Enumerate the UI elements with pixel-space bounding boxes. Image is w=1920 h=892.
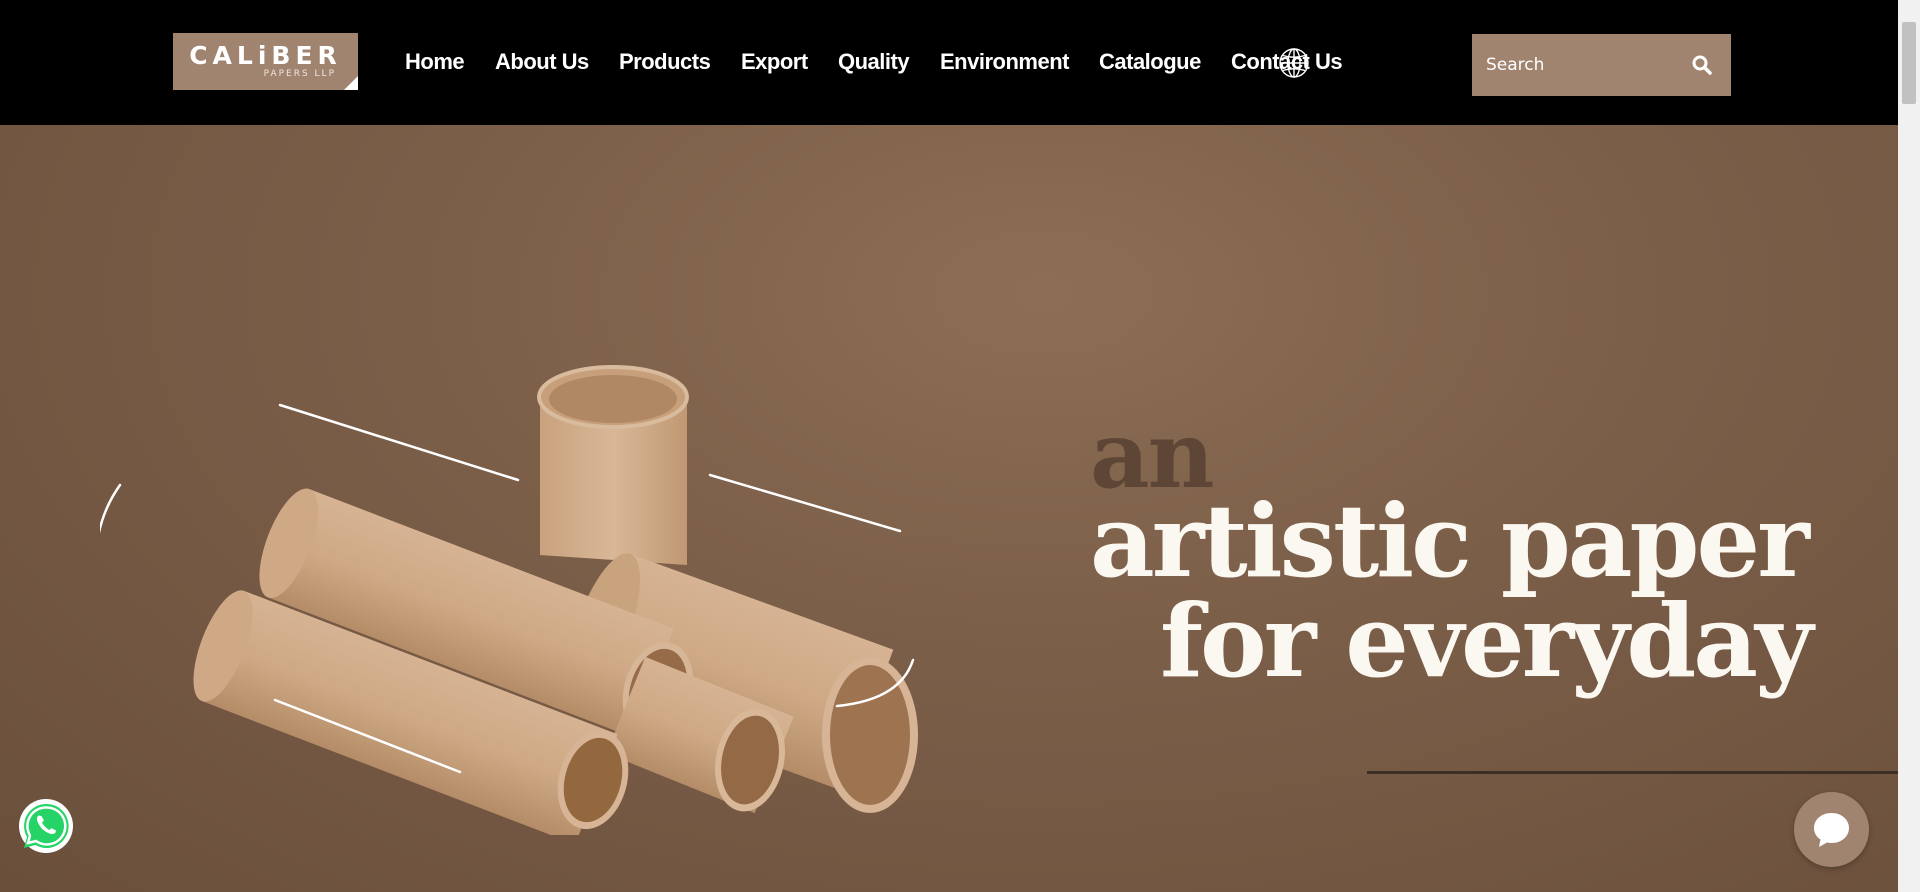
hero-line-2: artistic paper xyxy=(1090,482,1810,600)
search-icon[interactable] xyxy=(1691,54,1713,76)
chat-bubble-icon xyxy=(1814,813,1849,847)
nav-catalogue[interactable]: Catalogue xyxy=(1099,49,1201,74)
paper-tubes-image xyxy=(100,365,918,835)
chat-widget-button[interactable] xyxy=(1794,792,1869,867)
logo-name: CALiBER xyxy=(189,41,342,70)
scrollbar-thumb[interactable] xyxy=(1902,22,1916,104)
hero-banner: an artistic paper for everyday xyxy=(0,125,1898,892)
globe-icon[interactable] xyxy=(1278,47,1310,79)
nav-export[interactable]: Export xyxy=(741,49,808,74)
page-scrollbar[interactable] xyxy=(1898,0,1920,892)
nav-environment[interactable]: Environment xyxy=(940,49,1069,74)
hero-divider xyxy=(1367,771,1898,774)
nav-about-us[interactable]: About Us xyxy=(495,49,589,74)
hero-tagline: an artistic paper for everyday xyxy=(1090,409,1890,700)
logo-corner-fold xyxy=(344,76,358,90)
logo-subtitle: PAPERS LLP xyxy=(263,69,336,79)
nav-products[interactable]: Products xyxy=(619,49,711,74)
whatsapp-icon[interactable] xyxy=(18,798,74,854)
hero-line-3: for everyday xyxy=(1160,582,1813,700)
caliber-logo[interactable]: CALiBER PAPERS LLP xyxy=(173,33,358,90)
main-nav: Home About Us Products Export Quality Environ… xyxy=(405,44,1373,80)
site-header: CALiBER PAPERS LLP Home About Us Products E… xyxy=(0,0,1898,125)
nav-quality[interactable]: Quality xyxy=(838,49,910,74)
search-box xyxy=(1472,34,1731,96)
search-input[interactable] xyxy=(1486,34,1676,96)
nav-home[interactable]: Home xyxy=(405,49,465,74)
